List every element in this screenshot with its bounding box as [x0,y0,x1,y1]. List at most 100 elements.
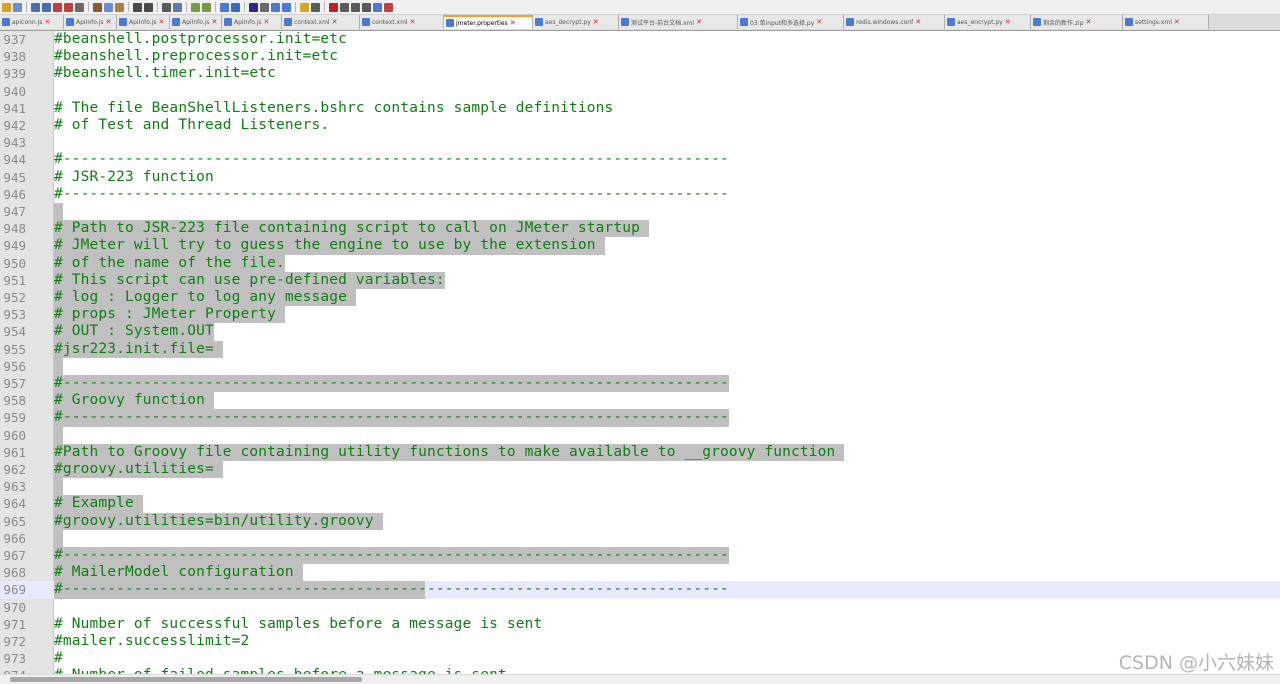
indent-guide-icon[interactable] [260,2,269,12]
new-file-icon[interactable] [2,2,11,12]
scrollbar-thumb[interactable] [10,677,362,682]
wrap-icon[interactable] [231,2,240,12]
code-line[interactable]: 941 # The file BeanShellListeners.bshrc c… [0,100,1280,117]
zoom-in-icon[interactable] [191,2,200,12]
close-icon[interactable]: ✕ [696,18,702,26]
tab-2[interactable]: ApiInfo.js ✕ [117,15,170,29]
code-line[interactable]: 948 # Path to JSR-223 file containing scr… [0,220,1280,238]
code-line[interactable]: 960 [0,426,1280,444]
code-line[interactable]: 972 #mailer.successlimit=2 [0,633,1280,650]
code-line[interactable]: 971 # Number of successful samples before… [0,616,1280,633]
code-line[interactable]: 950 # of the name of the file. [0,254,1280,272]
folder-icon[interactable] [300,2,309,12]
redo-icon[interactable] [144,2,153,12]
code-line[interactable]: 974 # Number of failed samples before a m… [0,667,1280,674]
tab-5[interactable]: context.xml ✕ [282,15,360,29]
code-line[interactable]: 953 # props : JMeter Property [0,306,1280,324]
code-editor[interactable]: 937 #beanshell.postprocessor.init=etc 938 #… [0,31,1280,674]
tab-12[interactable]: aes_encrypt.py ✕ [945,15,1031,29]
play-multiple-icon[interactable] [362,2,371,12]
code-line[interactable]: 937 #beanshell.postprocessor.init=etc [0,31,1280,48]
tab-10[interactable]: 03 单input和多选择.py ✕ [738,15,844,29]
save-all-icon[interactable] [42,2,51,12]
code-line[interactable]: 967 #------------------------------------… [0,547,1280,565]
show-all-icon[interactable] [249,2,258,12]
close-icon[interactable] [53,2,62,12]
code-line[interactable]: 938 #beanshell.preprocessor.init=etc [0,48,1280,65]
stop-icon[interactable] [340,2,349,12]
close-icon[interactable]: ✕ [264,18,270,26]
code-line[interactable]: 962 #groovy.utilities= [0,461,1280,479]
tab-3[interactable]: ApiInfo.js ✕ [170,15,222,29]
code-line[interactable]: 964 # Example [0,495,1280,513]
code-line[interactable]: 944 #------------------------------------… [0,151,1280,168]
code-line[interactable]: 940 [0,83,1280,100]
code-line[interactable]: 957 #------------------------------------… [0,375,1280,393]
code-line[interactable]: 939 #beanshell.timer.init=etc [0,65,1280,82]
save-macro-icon[interactable] [373,2,382,12]
code-line[interactable]: 965 #groovy.utilities=bin/utility.groovy [0,512,1280,530]
code-line[interactable]: 951 # This script can use pre-defined var… [0,271,1280,289]
code-line[interactable]: 966 [0,529,1280,547]
tab-14[interactable]: settings.xml ✕ [1123,15,1209,29]
close-icon[interactable]: ✕ [410,18,416,26]
function-list-icon[interactable] [282,2,291,12]
replace-icon[interactable] [173,2,182,12]
paste-icon[interactable] [115,2,124,12]
close-icon[interactable]: ✕ [1174,18,1180,26]
code-line[interactable]: 968 # MailerModel configuration [0,564,1280,582]
code-line[interactable]: 958 # Groovy function [0,392,1280,410]
close-all-icon[interactable] [64,2,73,12]
tab-4[interactable]: ApiInfo.js ✕ [222,15,282,29]
code-line[interactable]: 969 #------------------------------------… [0,581,1280,599]
code-line[interactable]: 954 # OUT : System.OUT [0,323,1280,341]
code-line[interactable]: 973 # [0,650,1280,667]
close-icon[interactable]: ✕ [915,18,921,26]
save-icon[interactable] [31,2,40,12]
undo-icon[interactable] [133,2,142,12]
record-icon[interactable] [329,2,338,12]
close-icon[interactable]: ✕ [332,18,338,26]
sync-scroll-icon[interactable] [220,2,229,12]
tab-11[interactable]: redis.windows.conf ✕ [844,15,945,29]
zoom-out-icon[interactable] [202,2,211,12]
code-line[interactable]: 963 [0,478,1280,496]
tab-7[interactable]: jmeter.properties ✕ [444,15,533,29]
run-icon[interactable] [384,2,393,12]
tab-0[interactable]: apiconn.js ✕ [0,15,64,29]
close-icon[interactable]: ✕ [212,18,218,26]
code-line[interactable]: 955 #jsr223.init.file= [0,340,1280,358]
code-line[interactable]: 949 # JMeter will try to guess the engine… [0,237,1280,255]
close-icon[interactable]: ✕ [816,18,822,26]
close-icon[interactable]: ✕ [106,18,112,26]
close-icon[interactable]: ✕ [510,19,516,27]
copy-icon[interactable] [104,2,113,12]
code-line[interactable]: 961 #Path to Groovy file containing utili… [0,443,1280,461]
close-icon[interactable]: ✕ [593,18,599,26]
open-file-icon[interactable] [13,2,22,12]
code-line[interactable]: 946 #------------------------------------… [0,186,1280,203]
code-line[interactable]: 942 # of Test and Thread Listeners. [0,117,1280,134]
code-line[interactable]: 956 [0,357,1280,375]
tab-6[interactable]: context.xml ✕ [360,15,444,29]
print-icon[interactable] [75,2,84,12]
tab-13[interactable]: 剩余的新作.zip ✕ [1031,15,1123,29]
find-icon[interactable] [162,2,171,12]
doc-map-icon[interactable] [271,2,280,12]
code-line[interactable]: 952 # log : Logger to log any message [0,289,1280,307]
tab-8[interactable]: aes_decrypt.py ✕ [533,15,619,29]
close-icon[interactable]: ✕ [159,18,165,26]
play-icon[interactable] [351,2,360,12]
code-line[interactable]: 947 [0,203,1280,221]
cut-icon[interactable] [93,2,102,12]
tab-1[interactable]: ApiInfo.js ✕ [64,15,117,29]
monitor-icon[interactable] [311,2,320,12]
code-line[interactable]: 945 # JSR-223 function [0,169,1280,186]
code-line[interactable]: 970 [0,599,1280,616]
code-line[interactable]: 959 #------------------------------------… [0,409,1280,427]
tab-9[interactable]: 测试平台-前台文档.xml ✕ [619,15,738,29]
code-line[interactable]: 943 [0,134,1280,151]
close-icon[interactable]: ✕ [1005,18,1011,26]
close-icon[interactable]: ✕ [1086,18,1092,26]
close-icon[interactable]: ✕ [44,18,50,26]
